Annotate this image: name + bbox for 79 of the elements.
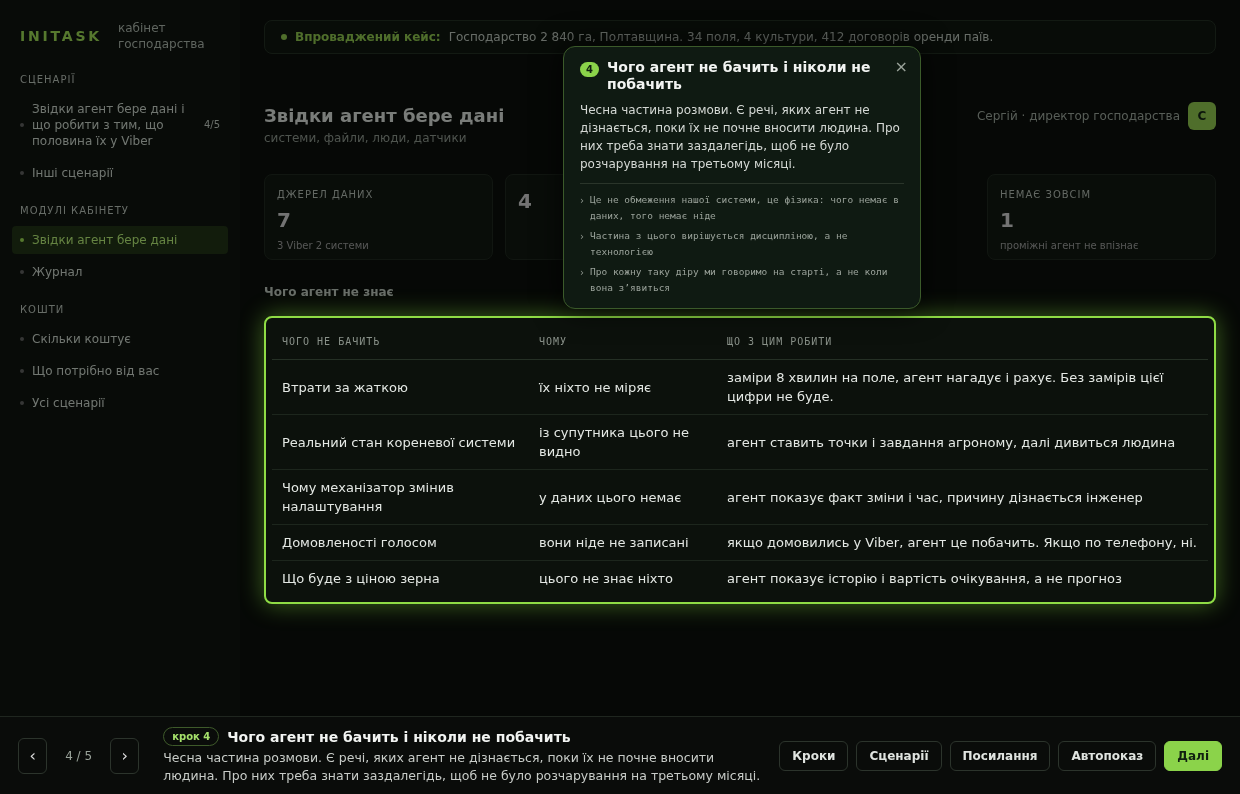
table-cell: Що буде з ціною зерна (272, 560, 529, 596)
stat-value: 7 (277, 207, 291, 234)
section-title: КОШТИ (19, 303, 66, 317)
table-cell: якщо домовились у Viber, агент це побачить. Якщо по телефону, ні. (717, 524, 1208, 561)
next-button[interactable]: › (109, 737, 140, 774)
table-cell: у даних цього немає (529, 469, 717, 525)
tour-button[interactable]: Посилання (949, 740, 1051, 771)
table-cell: Втрати за жаткою (272, 359, 529, 415)
bullet-icon (20, 123, 24, 127)
stat-value: 4 (518, 188, 532, 215)
banner-text: Господарство 2 840 га, Полтавщина. 34 поля, 4 культури, 412 договорів оренди паїв. (448, 29, 994, 45)
sidebar-item[interactable]: Журнал (12, 258, 228, 286)
stat-value: 1 (1000, 207, 1014, 234)
chevron-icon: › (580, 264, 584, 296)
section-title: МОДУЛІ КАБІНЕТУ (19, 204, 130, 218)
sidebar-item[interactable]: Звідки агент бере дані і що робити з тим, що половина їх у Viber 4/5 (12, 95, 228, 155)
chevron-icon: › (580, 228, 584, 260)
close-button[interactable]: × (894, 55, 908, 79)
stat-note: 3 Viber 2 системи (277, 239, 369, 253)
step-counter: 4 / 5 (64, 747, 94, 764)
table-cell: цього не знає ніхто (529, 560, 717, 596)
chevron-icon: › (580, 192, 584, 224)
logo-subtitle: кабінет господарства (117, 20, 206, 52)
table-cell: Чому механізатор змінив налаштування (272, 469, 529, 525)
sidebar-item[interactable]: Що потрібно від вас (12, 357, 228, 385)
previous-button[interactable]: ‹ (18, 737, 48, 774)
column-header: ЩО З ЦИМ РОБИТИ (717, 324, 1208, 360)
sidebar-item[interactable]: Усі сценарії (12, 389, 228, 417)
stat-label: НЕМАЄ ЗОВСІМ (1000, 188, 1092, 202)
popover-text: Чесна частина розмови. Є речі, яких агент не дізнається, поки їх не почне вносити людина. Про них треба знати заздалегідь, щоб не було розчарування на третьому місяці. (580, 102, 901, 173)
popover-point: Про кожну таку діру ми говоримо на старті, а не коли вона з’явиться (590, 265, 889, 295)
page-subtitle: системи, файли, люди, датчики (264, 130, 468, 146)
table-cell: Реальний стан кореневої системи (272, 414, 529, 470)
item-label: Інші сценарії (32, 165, 115, 181)
bullet-icon (20, 369, 24, 373)
step-title: Чого агент не бачить і ніколи не побачить (227, 727, 571, 747)
step-text: Чесна частина розмови. Є речі, яких агент не дізнається, поки їх не почне вносити людина. Про них треба знати заздалегідь, щоб не було розчарування на третьому місяці. (163, 748, 762, 785)
item-count: 4/5 (203, 118, 220, 132)
table-cell: із супутника цього не видно (529, 414, 717, 470)
stat-note: проміжні агент не впізнає (1000, 239, 1139, 253)
column-header: ЧОГО НЕ БАЧИТЬ (272, 324, 529, 360)
bullet-icon (20, 401, 24, 405)
tour-button[interactable]: Автопоказ (1058, 740, 1157, 771)
sidebar-item[interactable]: Інші сценарії (12, 159, 228, 187)
page-title: Звідки агент бере дані (264, 104, 505, 128)
logo: INITASK (20, 27, 102, 46)
tour-button[interactable]: Сценарії (856, 740, 942, 771)
popover-title: Чого агент не бачить і ніколи не побачить (606, 59, 872, 93)
column-header: ЧОМУ (529, 324, 717, 360)
item-label: Звідки агент бере дані (32, 232, 179, 248)
popover-point: Частина з цього вирішується дисципліною, а не технологією (590, 229, 849, 259)
item-label: Звідки агент бере дані і що робити з тим, що половина їх у Viber (32, 101, 186, 149)
table-cell: агент показує історію і вартість очікування, а не прогноз (717, 560, 1208, 596)
user-name: Сергій · директор господарства (976, 108, 1180, 124)
item-label: Усі сценарії (32, 395, 106, 411)
table-cell: вони ніде не записані (529, 524, 717, 561)
section-title: Чого агент не знає (264, 284, 394, 300)
bullet-icon (20, 337, 24, 341)
stat-label: ДЖЕРЕЛ ДАНИХ (277, 188, 374, 202)
step-badge: 4 (580, 62, 599, 77)
item-label: Журнал (32, 264, 84, 280)
item-label: Скільки коштує (32, 331, 132, 347)
table-cell: заміри 8 хвилин на поле, агент нагадує і рахує. Без замірів цієї цифри не буде. (717, 359, 1208, 415)
item-label: Що потрібно від вас (32, 363, 161, 379)
popover-point: Це не обмеження нашої системи, це фізика: чого немає в даних, того немає ніде (590, 193, 900, 223)
banner-label: Впроваджений кейс: (295, 29, 441, 45)
bullet-icon (20, 171, 24, 175)
table-cell: Домовленості голосом (272, 524, 529, 561)
bullet-icon (281, 34, 287, 40)
sidebar-item[interactable]: Скільки коштує (12, 325, 228, 353)
bullet-icon (20, 270, 24, 274)
sidebar-item[interactable]: Звідки агент бере дані (12, 226, 228, 254)
section-title: СЦЕНАРІЇ (19, 72, 77, 87)
table-cell: агент показує факт зміни і час, причину дізнається інженер (717, 469, 1208, 525)
tour-button[interactable]: Кроки (779, 740, 849, 771)
bullet-icon (20, 238, 24, 242)
table-cell: агент ставить точки і завдання агроному, далі дивиться людина (717, 414, 1208, 470)
table-cell: їх ніхто не міряє (529, 359, 717, 415)
tour-button[interactable]: Далі (1164, 740, 1222, 771)
